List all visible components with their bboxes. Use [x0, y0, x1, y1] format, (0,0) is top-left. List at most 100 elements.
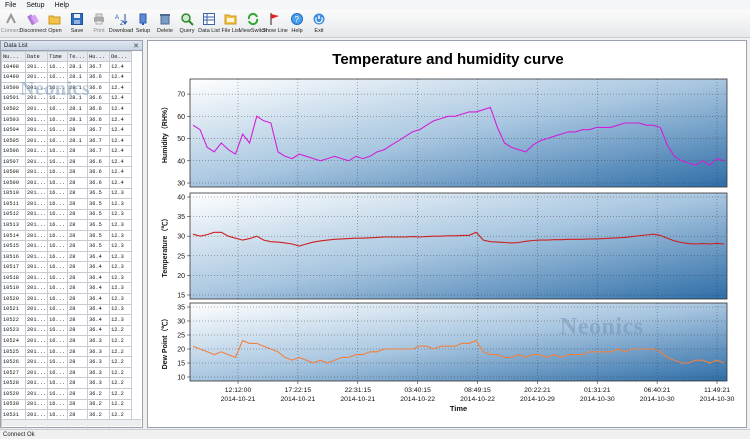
table-row[interactable]: 10514 201... 16... 28 36.5 12.3	[1, 229, 133, 242]
menu-help[interactable]: Help	[50, 2, 74, 9]
menu-file[interactable]: File	[0, 2, 21, 9]
table-cell: 36.7	[87, 61, 111, 73]
table-row[interactable]: 10505 201... 16... 28.1 36.7 12.4	[1, 134, 133, 147]
table-row[interactable]: 10515 201... 16... 28 36.5 12.3	[1, 240, 133, 252]
column-header[interactable]: Te...	[67, 51, 89, 62]
table-row[interactable]: 10517 201... 16... 28 36.4 12.3	[1, 261, 133, 273]
toolbar-button-disconnect[interactable]: Disconnect	[19, 10, 47, 37]
table-cell: 201...	[24, 240, 49, 252]
table-cell: 10518	[1, 271, 26, 284]
column-header[interactable]: Nu...	[1, 51, 26, 62]
x-tick-label: 22:31:15	[345, 387, 372, 394]
table-row[interactable]: 10524 201... 16... 28 36.3 12.2	[1, 335, 133, 347]
table-row[interactable]: 10527 201... 16... 28 36.3 12.2	[1, 366, 133, 379]
column-header[interactable]: Time	[47, 51, 69, 62]
table-cell: 16...	[47, 271, 69, 284]
table-row[interactable]: 10523 201... 16... 28 36.4 12.2	[1, 324, 133, 337]
table-cell: 36.4	[87, 324, 111, 337]
table-row[interactable]: 10508 201... 16... 28 36.6 12.4	[1, 166, 133, 178]
table-row[interactable]: 10526 201... 16... 28 36.3 12.2	[1, 356, 133, 368]
table-cell: 16...	[47, 282, 69, 295]
file-list-icon	[224, 12, 238, 26]
toolbar-button-help[interactable]: ? Help	[286, 10, 308, 37]
table-row[interactable]: 10504 201... 16... 28 36.7 12.4	[1, 124, 133, 136]
table-cell: 36.6	[87, 113, 111, 126]
menu-bar: File Setup Help	[0, 0, 750, 10]
table-row[interactable]: 10530 201... 16... 28 36.2 12.2	[1, 398, 133, 411]
table-cell: 10519	[1, 282, 26, 295]
table-cell: 12.3	[109, 293, 133, 305]
table-cell: 12.4	[109, 134, 133, 147]
table-cell: 12.4	[109, 145, 133, 157]
y-tick-label: 70	[177, 92, 185, 99]
table-cell: 16...	[47, 293, 69, 305]
table-row[interactable]: 10510 201... 16... 28 36.5 12.3	[1, 187, 133, 200]
toolbar-button-open[interactable]: Open	[44, 10, 66, 37]
column-header[interactable]: Date	[24, 51, 49, 62]
table-row[interactable]: 10512 201... 16... 28 36.5 12.3	[1, 208, 133, 221]
table-row[interactable]: 10502 201... 16... 28.1 36.6 12.4	[1, 103, 133, 115]
table-cell: 12.2	[109, 398, 133, 411]
watermark-text-chart: Neonics	[560, 314, 644, 340]
table-row[interactable]: 10509 201... 16... 28 36.6 12.4	[1, 177, 133, 189]
x-tick-date-label: 2014-10-30	[700, 396, 735, 403]
table-cell: 28	[67, 324, 89, 337]
toolbar-button-show-line[interactable]: Show Line	[262, 10, 288, 37]
horizontal-scrollbar[interactable]	[2, 419, 141, 426]
plot-panel	[189, 302, 728, 382]
table-row[interactable]: 10511 201... 16... 28 36.5 12.3	[1, 198, 133, 210]
toolbar-button-viewswitch[interactable]: ViewSwitch	[239, 10, 267, 37]
table-row[interactable]: 10522 201... 16... 28 36.4 12.3	[1, 314, 133, 326]
toolbar-button-data-list[interactable]: Data List	[198, 10, 220, 37]
x-tick-label: 06:40:21	[644, 387, 671, 394]
toolbar-button-query[interactable]: Query	[176, 10, 198, 37]
toolbar-button-label: Show Line	[262, 28, 288, 34]
table-row[interactable]: 10503 201... 16... 28.1 36.6 12.4	[1, 113, 133, 126]
table-cell: 28	[67, 250, 89, 263]
table-row[interactable]: 10518 201... 16... 28 36.4 12.3	[1, 271, 133, 284]
table-row[interactable]: 10519 201... 16... 28 36.4 12.3	[1, 282, 133, 295]
table-cell: 10523	[1, 324, 26, 337]
toolbar-button-download[interactable]: A Z Download	[109, 10, 133, 37]
table-row[interactable]: 10513 201... 16... 28 36.5 12.3	[1, 219, 133, 231]
table-cell: 12.3	[109, 208, 133, 221]
table-row[interactable]: 10506 201... 16... 28 36.7 12.4	[1, 145, 133, 157]
table-cell: 28	[67, 240, 89, 252]
close-icon[interactable]: ✕	[133, 42, 139, 50]
chart-svg: 30 40 50 60 70 Humidity（RH%） 15 20 25 30 35 40 Tempe…	[161, 78, 735, 413]
toolbar-button-setup[interactable]: Setup	[132, 10, 154, 37]
toolbar-button-exit[interactable]: Exit	[308, 10, 330, 37]
table-cell: 10530	[1, 398, 26, 411]
toolbar-button-save[interactable]: Save	[66, 10, 88, 37]
table-row[interactable]: 10516 201... 16... 28 36.4 12.3	[1, 250, 133, 263]
toolbar-button-delete[interactable]: Delete	[154, 10, 176, 37]
folder-open-icon	[48, 12, 62, 26]
table-row[interactable]: 10521 201... 16... 28 36.4 12.3	[1, 303, 133, 316]
table-cell: 16...	[47, 261, 69, 273]
table-cell: 12.4	[109, 82, 133, 94]
menu-setup[interactable]: Setup	[21, 2, 49, 9]
table-cell: 16...	[47, 335, 69, 347]
table-cell: 201...	[24, 387, 49, 400]
y-tick-label: 35	[177, 305, 185, 312]
table-cell: 16...	[47, 366, 69, 379]
table-row[interactable]: 10498 201... 16... 28.1 36.7 12.4	[1, 61, 133, 73]
status-text: Connect Ok	[3, 431, 35, 438]
column-header[interactable]: De...	[109, 51, 133, 62]
toolbar-button-label: Connect	[0, 28, 22, 34]
table-cell: 36.5	[87, 198, 111, 210]
table-row[interactable]: 10520 201... 16... 28 36.4 12.3	[1, 293, 133, 305]
table-cell: 10520	[1, 293, 26, 305]
table-row[interactable]: 10507 201... 16... 28 36.6 12.4	[1, 155, 133, 168]
table-row[interactable]: 10529 201... 16... 28 36.2 12.2	[1, 387, 133, 400]
table-cell: 16...	[47, 208, 69, 221]
toolbar-button-label: Help	[291, 28, 303, 34]
toolbar-button-print[interactable]: Print	[88, 10, 110, 37]
y-tick-label: 25	[177, 333, 185, 340]
table-row[interactable]: 10528 201... 16... 28 36.3 12.2	[1, 377, 133, 389]
table-cell: 28	[67, 293, 89, 305]
column-header[interactable]: Hu...	[87, 51, 111, 62]
table-cell: 36.5	[87, 187, 111, 200]
table-cell: 201...	[24, 282, 49, 295]
table-row[interactable]: 10525 201... 16... 28 36.3 12.2	[1, 345, 133, 358]
